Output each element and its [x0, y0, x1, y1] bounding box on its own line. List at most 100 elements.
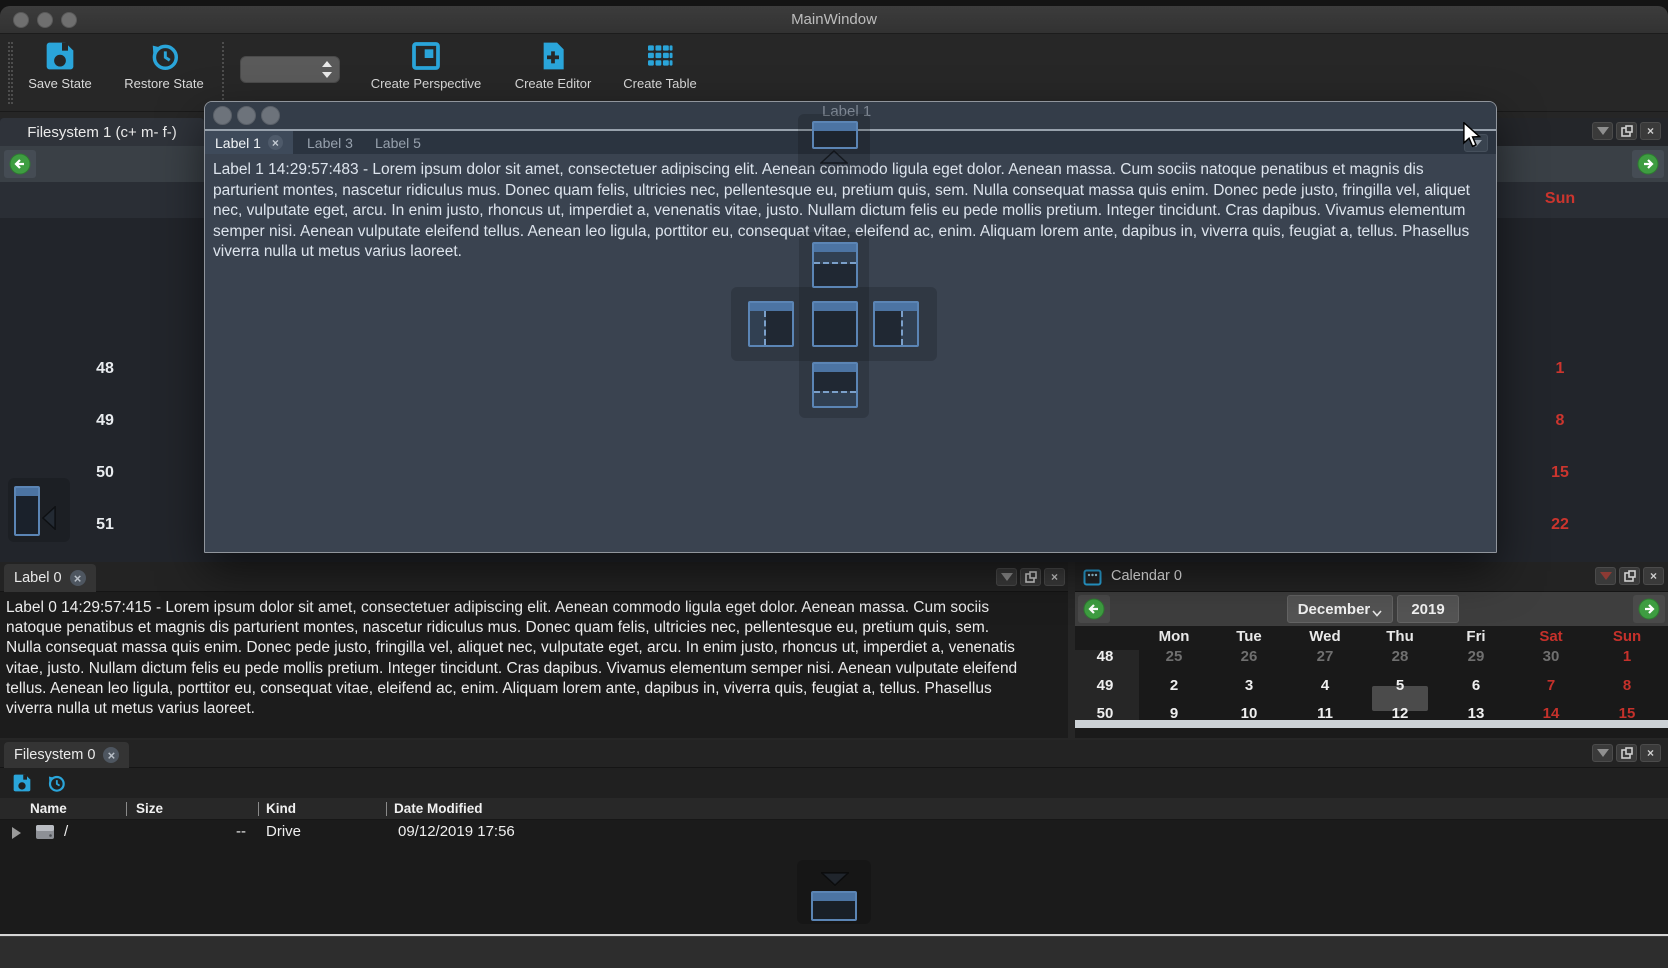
calendar-date[interactable]: 5 — [1372, 677, 1428, 694]
dock-menu-button[interactable] — [996, 568, 1017, 586]
arrow-left-outline-icon — [42, 506, 56, 530]
dock-menu-button[interactable] — [1595, 567, 1616, 585]
drop-top-edge-icon[interactable] — [812, 121, 858, 149]
calendar-date[interactable]: 8 — [1599, 677, 1655, 694]
drop-split-bottom-icon[interactable] — [812, 362, 858, 408]
tab-label1[interactable]: Label 1 × — [205, 131, 293, 154]
calendar-date[interactable]: 30 — [1523, 648, 1579, 665]
day-header: Fri — [1448, 628, 1504, 645]
column-kind[interactable]: Kind — [266, 801, 296, 816]
filesystem0-titlebar-buttons: × — [1592, 744, 1661, 762]
dock-float-button[interactable] — [1616, 744, 1637, 762]
table-row[interactable]: / -- Drive 09/12/2019 17:56 — [0, 820, 1668, 846]
drop-split-right-icon[interactable] — [873, 301, 919, 347]
calendar-date[interactable]: 25 — [1146, 648, 1202, 665]
column-separator[interactable] — [126, 802, 127, 816]
calendar-date[interactable]: 28 — [1372, 648, 1428, 665]
create-table-button[interactable]: Create Table — [618, 40, 702, 91]
dock-menu-button[interactable] — [1592, 122, 1613, 140]
calendar-date[interactable]: 29 — [1448, 648, 1504, 665]
combo-up-icon — [322, 61, 332, 67]
drive-icon — [34, 822, 56, 842]
dock-close-button[interactable]: × — [1640, 744, 1661, 762]
close-icon: × — [1051, 571, 1058, 583]
row-size: -- — [236, 823, 246, 840]
tab-filesystem0[interactable]: Filesystem 0 × — [4, 742, 129, 768]
calendar-date[interactable]: 8 — [1530, 412, 1590, 430]
calendar-date[interactable]: 4 — [1297, 677, 1353, 694]
dock-float-button[interactable] — [1020, 568, 1041, 586]
column-date-modified[interactable]: Date Modified — [394, 801, 483, 816]
prev-month-button[interactable] — [4, 150, 36, 178]
column-size[interactable]: Size — [136, 801, 163, 816]
traffic-light-close[interactable] — [213, 106, 232, 125]
week-number: 50 — [75, 464, 135, 482]
column-separator[interactable] — [258, 802, 259, 816]
week-number: 49 — [1077, 677, 1133, 694]
tab-label0[interactable]: Label 0 × — [4, 564, 96, 592]
traffic-light-zoom[interactable] — [261, 106, 280, 125]
float-icon — [1621, 747, 1633, 759]
create-perspective-button[interactable]: Create Perspective — [364, 40, 488, 91]
tab-filesystem0-label: Filesystem 0 — [14, 747, 95, 763]
calendar-date[interactable]: 1 — [1599, 648, 1655, 665]
calendar-date[interactable]: 1 — [1530, 360, 1590, 378]
dock-close-button[interactable]: × — [1044, 568, 1065, 586]
create-perspective-icon — [410, 40, 442, 72]
calendar-date[interactable]: 26 — [1221, 648, 1277, 665]
restore-state-button[interactable]: Restore State — [118, 40, 210, 91]
create-editor-label: Create Editor — [515, 76, 592, 91]
next-month-button[interactable] — [1632, 150, 1664, 178]
calendar-date[interactable]: 22 — [1530, 516, 1590, 534]
day-header: Mon — [1146, 628, 1202, 645]
tab-filesystem1-label: Filesystem 1 (c+ m- f-) — [27, 124, 177, 141]
month-dropdown[interactable]: December — [1287, 595, 1393, 623]
toolbar-drag-handle[interactable] — [8, 42, 13, 104]
dock-float-button[interactable] — [1616, 122, 1637, 140]
dock-close-button[interactable]: × — [1640, 122, 1661, 140]
tab-label3[interactable]: Label 3 — [297, 131, 363, 154]
calendar-date[interactable]: 3 — [1221, 677, 1277, 694]
calendar0-title: Calendar 0 — [1111, 568, 1182, 584]
traffic-light-minimize[interactable] — [237, 106, 256, 125]
save-state-button[interactable]: Save State — [20, 40, 100, 91]
tab-close-icon[interactable]: × — [103, 747, 119, 763]
row-date-modified: 09/12/2019 17:56 — [398, 823, 515, 840]
column-name[interactable]: Name — [30, 801, 67, 816]
calendar-date[interactable]: 15 — [1530, 464, 1590, 482]
prev-month-button[interactable] — [1078, 595, 1110, 623]
tab-filesystem1[interactable]: Filesystem 1 (c+ m- f-) — [0, 118, 204, 146]
calendar0-navbar: December 2019 — [1075, 592, 1668, 626]
drop-split-left-icon[interactable] — [748, 301, 794, 347]
calendar-date[interactable]: 7 — [1523, 677, 1579, 694]
arrow-up-outline-icon — [820, 150, 848, 164]
calendar-date[interactable]: 6 — [1448, 677, 1504, 694]
dock-close-button[interactable]: × — [1643, 567, 1664, 585]
restore-icon[interactable] — [46, 773, 66, 793]
tab-close-icon[interactable]: × — [268, 135, 283, 150]
screen: MainWindow Save State Restore — [0, 0, 1668, 968]
calendar-date[interactable]: 2 — [1146, 677, 1202, 694]
create-table-label: Create Table — [623, 76, 696, 91]
drop-center-tab-icon[interactable] — [812, 301, 858, 347]
day-header: Sat — [1523, 628, 1579, 645]
filesystem1-titlebar-buttons: × — [1592, 122, 1661, 140]
dock-float-button[interactable] — [1619, 567, 1640, 585]
calendar0-scrollbar[interactable] — [1075, 720, 1668, 728]
drop-left-edge-icon[interactable] — [14, 486, 40, 536]
tab-close-icon[interactable]: × — [70, 570, 86, 586]
disclosure-triangle-icon[interactable] — [12, 827, 21, 839]
year-spinner[interactable]: 2019 — [1397, 595, 1459, 623]
calendar-date[interactable]: 27 — [1297, 648, 1353, 665]
tab-label5[interactable]: Label 5 — [365, 131, 431, 154]
next-month-button[interactable] — [1633, 595, 1665, 623]
dock-menu-button[interactable] — [1592, 744, 1613, 762]
perspective-combobox[interactable] — [240, 56, 340, 83]
column-separator[interactable] — [386, 802, 387, 816]
save-icon[interactable] — [12, 773, 32, 793]
drop-bottom-edge-icon[interactable] — [811, 891, 857, 921]
drop-split-top-icon[interactable] — [812, 242, 858, 288]
create-editor-button[interactable]: Create Editor — [510, 40, 596, 91]
close-icon: × — [1647, 747, 1654, 759]
restore-state-label: Restore State — [124, 76, 204, 91]
